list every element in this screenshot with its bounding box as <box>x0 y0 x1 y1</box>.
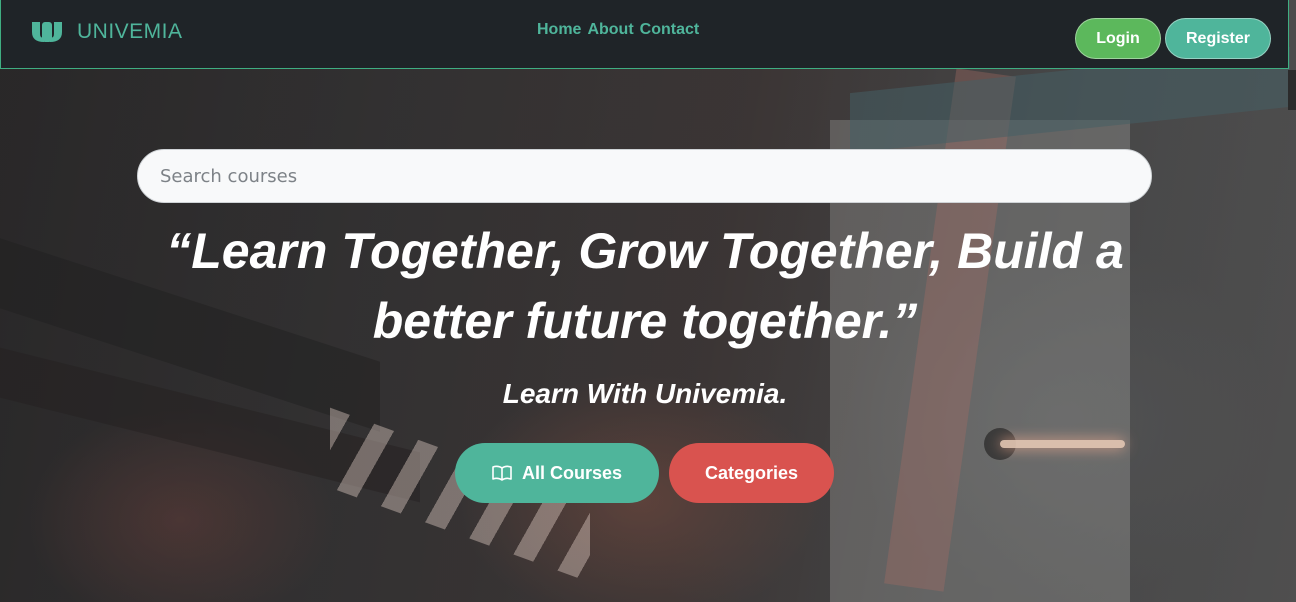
univemia-logo-icon <box>31 20 63 44</box>
categories-button[interactable]: Categories <box>669 443 834 503</box>
nav-link-about[interactable]: About <box>587 21 633 39</box>
brand-link[interactable]: UNIVEMIA <box>31 20 183 44</box>
nav-link-contact[interactable]: Contact <box>640 21 700 39</box>
all-courses-button[interactable]: All Courses <box>455 443 659 503</box>
hero-headline: “Learn Together, Grow Together, Build a … <box>166 223 1124 349</box>
all-courses-label: All Courses <box>521 462 623 483</box>
login-button[interactable]: Login <box>1075 18 1161 59</box>
register-button[interactable]: Register <box>1165 18 1271 59</box>
book-icon <box>492 465 512 481</box>
hero-subheading: Learn With Univemia. <box>502 378 788 409</box>
page: UNIVEMIA Home About Contact Login Regist… <box>0 0 1296 602</box>
brand-name: UNIVEMIA <box>77 20 183 43</box>
navbar: UNIVEMIA Home About Contact Login Regist… <box>0 0 1289 69</box>
search-input[interactable] <box>137 149 1152 203</box>
nav-link-home[interactable]: Home <box>537 21 581 39</box>
nav-links: Home About Contact <box>537 21 699 39</box>
bg-light-bar <box>1000 440 1125 448</box>
scrollbar[interactable] <box>1288 70 1296 110</box>
